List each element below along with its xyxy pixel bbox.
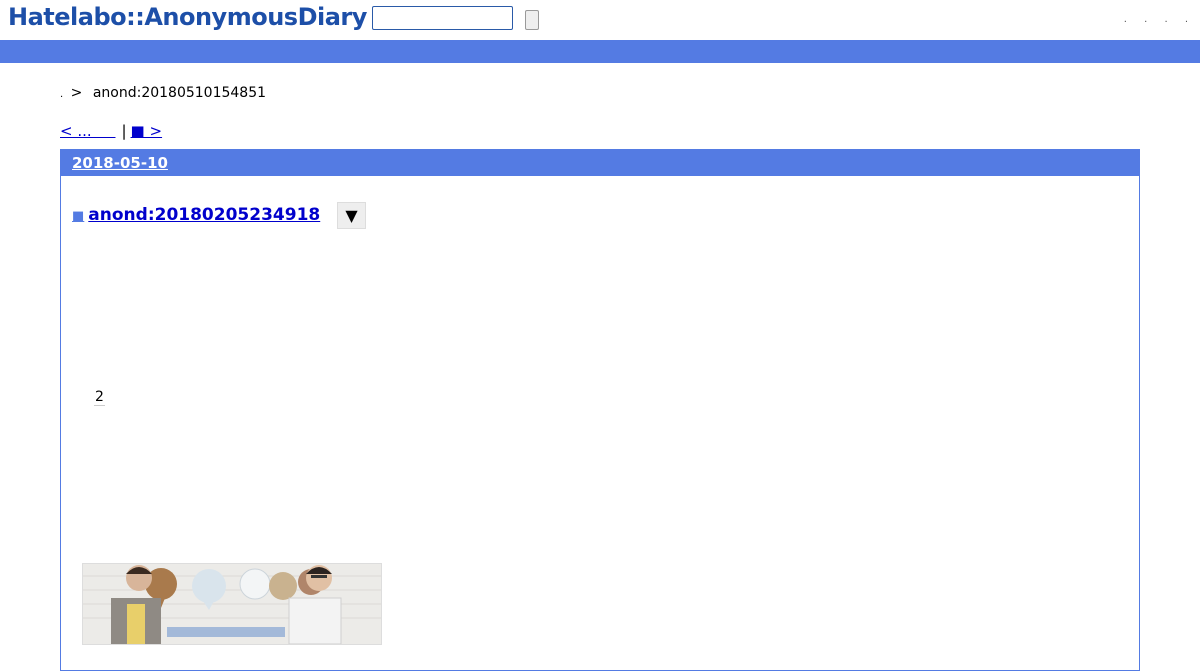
header-link-4[interactable]: . (1185, 14, 1188, 25)
search-button[interactable] (525, 10, 539, 30)
breadcrumb-home-link[interactable]: . (60, 89, 63, 100)
pager: < ... | ■ > (60, 122, 162, 140)
entry-title: ■ anond:20180205234918 (72, 205, 320, 225)
header-link-2[interactable]: . (1144, 14, 1147, 25)
header-link-1[interactable]: . (1124, 14, 1127, 25)
entry-permalink-icon[interactable]: ■ (72, 209, 84, 224)
next-entry-link[interactable]: ■ > (131, 122, 163, 140)
header-band (0, 40, 1200, 63)
entry-title-link[interactable]: anond:20180205234918 (88, 205, 320, 225)
photo-image (83, 564, 381, 644)
breadcrumb-separator: > (70, 85, 83, 101)
prev-entry-link[interactable]: < ... (60, 122, 115, 140)
embedded-photo (82, 563, 382, 645)
breadcrumb-current: anond:20180510154851 (92, 85, 267, 101)
site-logo[interactable]: Hatelabo::AnonymousDiary (8, 3, 367, 31)
day-date-link[interactable]: 2018-05-10 (72, 154, 168, 172)
triangle-down-icon: ▼ (345, 206, 358, 225)
pager-separator: | (121, 122, 127, 140)
header-link-3[interactable]: . (1164, 14, 1167, 25)
breadcrumb: . > anond:20180510154851 (60, 85, 266, 101)
search-input[interactable] (372, 6, 513, 30)
site-header: Hatelabo::AnonymousDiary . . . . (0, 0, 1200, 40)
entry-count: 2 (94, 389, 105, 406)
header-links: . . . . (1110, 14, 1188, 25)
entry-menu-toggle[interactable]: ▼ (337, 202, 366, 229)
day-section: 2018-05-10 ■ anond:20180205234918 ▼ 2 (60, 149, 1140, 671)
day-header: 2018-05-10 (61, 150, 1139, 176)
